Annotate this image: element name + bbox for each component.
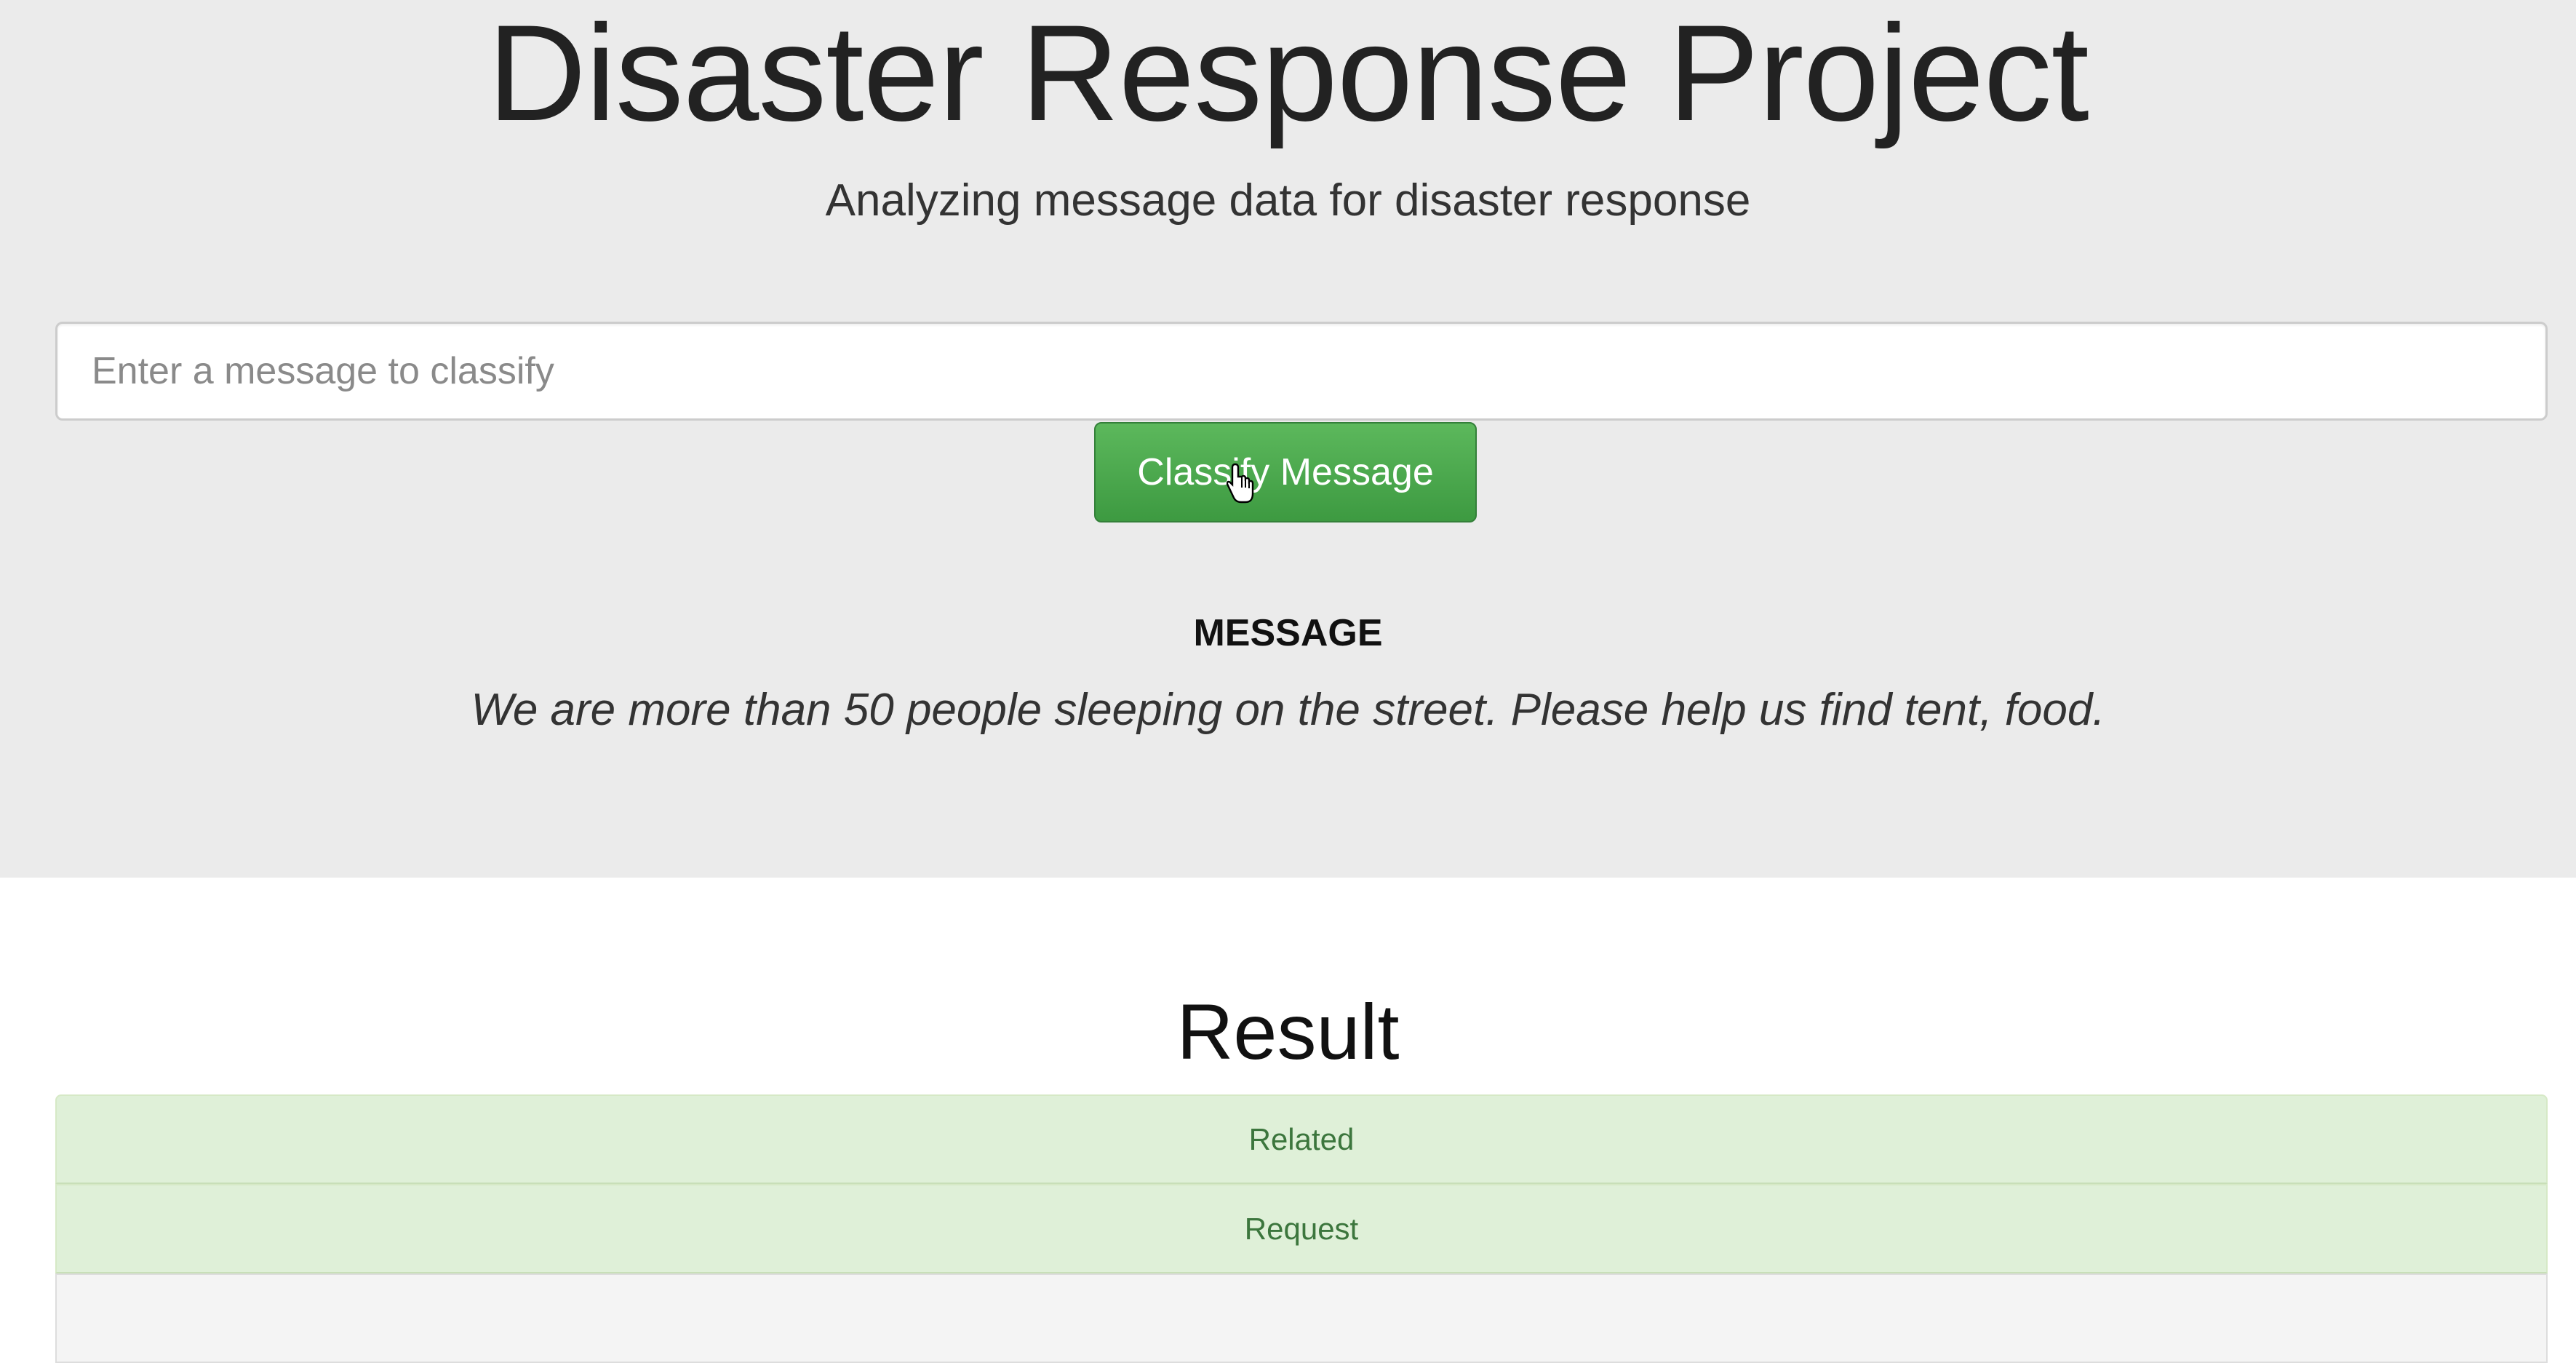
page-subtitle: Analyzing message data for disaster resp… bbox=[825, 175, 1751, 226]
classify-message-button[interactable]: Classify Message bbox=[1094, 422, 1477, 522]
result-category-list: Related Request bbox=[55, 1094, 2548, 1363]
hand-pointer-icon bbox=[1227, 463, 1254, 504]
message-input[interactable] bbox=[55, 322, 2548, 421]
result-category-related: Related bbox=[55, 1094, 2548, 1184]
result-title: Result bbox=[1176, 988, 1400, 1076]
jumbotron: Disaster Response Project Analyzing mess… bbox=[0, 0, 2576, 878]
message-label: MESSAGE bbox=[1193, 612, 1383, 654]
result-category-request: Request bbox=[55, 1184, 2548, 1273]
message-text: We are more than 50 people sleeping on t… bbox=[471, 685, 2105, 735]
result-category-item bbox=[55, 1273, 2548, 1363]
page-title: Disaster Response Project bbox=[487, 0, 2089, 149]
